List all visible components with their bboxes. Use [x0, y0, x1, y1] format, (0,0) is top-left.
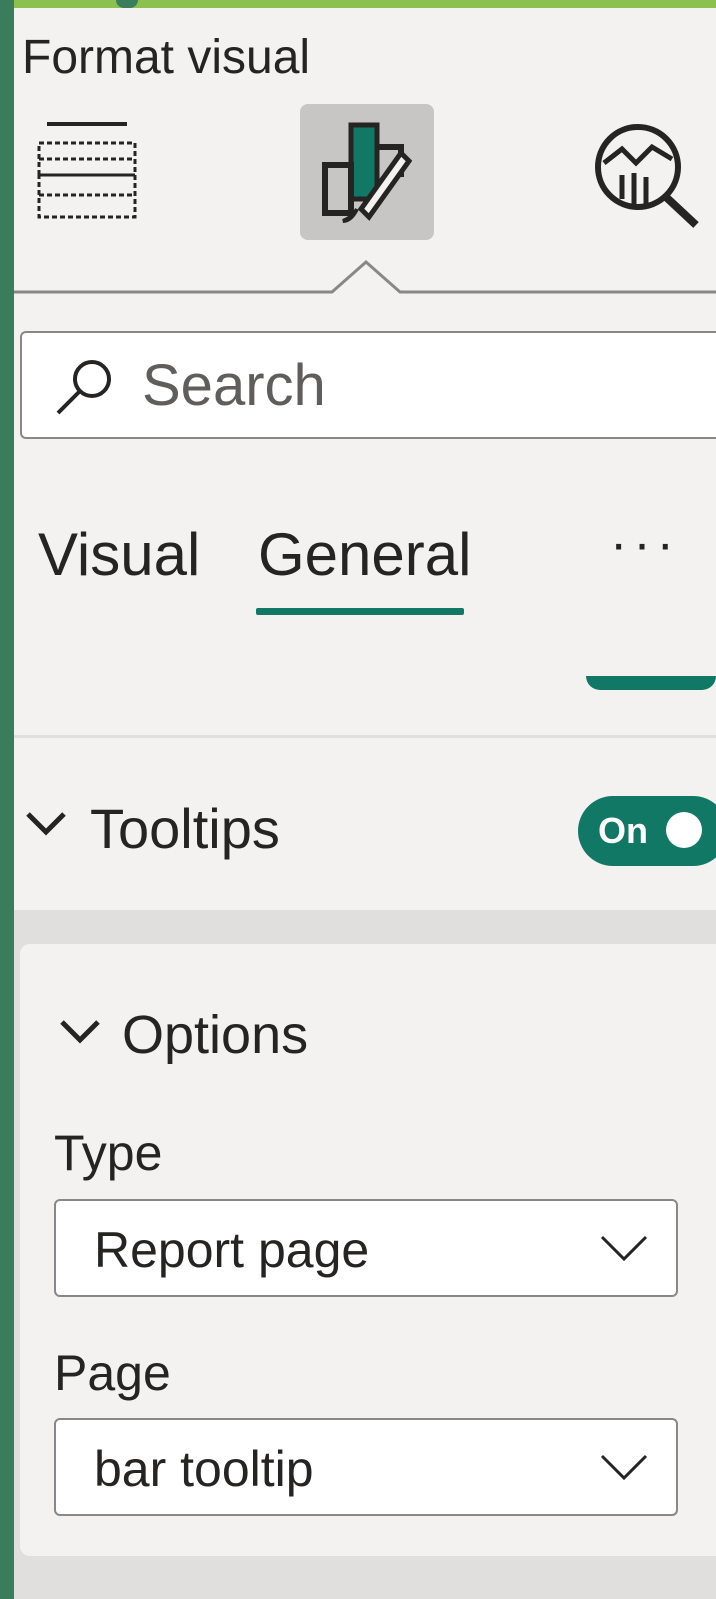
type-dropdown-value: Report page: [94, 1222, 370, 1278]
search-input[interactable]: [142, 347, 702, 423]
build-visual-button[interactable]: [24, 108, 150, 238]
toggle-label: On: [598, 810, 648, 851]
more-options-button[interactable]: ···: [610, 514, 680, 574]
section-divider: [14, 735, 716, 738]
page-dropdown-value: bar tooltip: [94, 1441, 314, 1497]
format-visual-button[interactable]: [300, 104, 434, 240]
top-accent-bar: [0, 0, 716, 8]
options-section-header[interactable]: Options: [122, 1004, 308, 1066]
search-box[interactable]: [20, 331, 716, 439]
type-dropdown[interactable]: Report page: [54, 1199, 678, 1297]
chevron-down-icon: [600, 1454, 648, 1481]
tooltips-section-header[interactable]: Tooltips: [90, 796, 280, 861]
chevron-down-icon[interactable]: [56, 1016, 104, 1048]
type-label: Type: [54, 1125, 163, 1181]
tab-divider: [14, 259, 716, 294]
tooltips-toggle[interactable]: On: [578, 796, 716, 866]
chevron-down-icon[interactable]: [22, 808, 70, 840]
chevron-down-icon: [600, 1235, 648, 1262]
toggle-knob: [666, 812, 702, 848]
left-accent-bar: [0, 0, 14, 1599]
analytics-button[interactable]: [592, 118, 716, 230]
format-visual-icon: [322, 122, 413, 223]
tab-general[interactable]: General: [258, 520, 471, 589]
search-icon: [56, 360, 111, 415]
build-visual-icon: [37, 122, 137, 219]
page-dropdown[interactable]: bar tooltip: [54, 1418, 678, 1516]
analytics-icon: [595, 124, 699, 228]
panel-title: Format visual: [22, 31, 311, 84]
active-tab-indicator: [256, 608, 464, 615]
tab-visual[interactable]: Visual: [38, 520, 200, 589]
page-label: Page: [54, 1345, 171, 1401]
horizontal-scrollbar[interactable]: [586, 676, 716, 690]
